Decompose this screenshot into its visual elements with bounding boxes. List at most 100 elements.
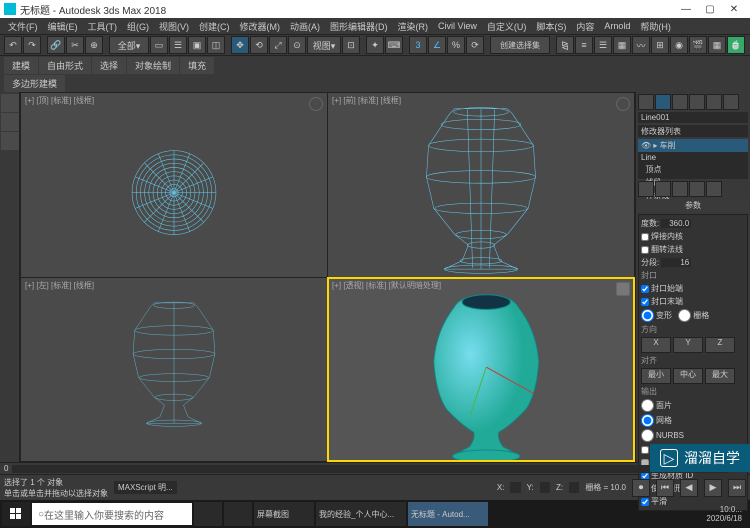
- select-name-button[interactable]: ☰: [169, 36, 187, 54]
- percent-snap-button[interactable]: %: [447, 36, 465, 54]
- ribbon-toggle[interactable]: ▦: [613, 36, 631, 54]
- viewport-persp-label[interactable]: [+] [透视] [标准] [默认明暗处理]: [332, 280, 441, 291]
- menu-civil-view[interactable]: Civil View: [434, 21, 481, 31]
- render-button[interactable]: 🍵: [727, 36, 745, 54]
- unlink-button[interactable]: ✂: [66, 36, 84, 54]
- viewport-perspective[interactable]: [+] [透视] [标准] [默认明暗处理]: [328, 278, 634, 462]
- viewport-left-label[interactable]: [+] [左] [标准] [线框]: [25, 280, 94, 291]
- schematic-button[interactable]: ⊞: [651, 36, 669, 54]
- degrees-input[interactable]: 360.0: [661, 219, 691, 228]
- flip-normals-checkbox[interactable]: [641, 246, 649, 254]
- close-button[interactable]: ✕: [722, 4, 746, 15]
- pivot-button[interactable]: ⊡: [342, 36, 360, 54]
- auto-key-button[interactable]: ⏺: [632, 479, 650, 497]
- display-tab[interactable]: [706, 94, 722, 110]
- pin-stack-button[interactable]: [638, 181, 654, 197]
- align-min-button[interactable]: 最小: [641, 368, 671, 384]
- stack-lathe[interactable]: 👁 ▸ 车削: [638, 139, 748, 152]
- gen-mapping-checkbox[interactable]: [641, 446, 649, 454]
- morph-radio[interactable]: [641, 309, 654, 322]
- start-button[interactable]: [2, 502, 30, 526]
- cap-start-checkbox[interactable]: [641, 285, 649, 293]
- menu-modifiers[interactable]: 修改器(M): [236, 20, 285, 33]
- menu-scripting[interactable]: 脚本(S): [532, 20, 570, 33]
- object-name-field[interactable]: Line001: [638, 112, 748, 123]
- spinner-snap-button[interactable]: ⟳: [466, 36, 484, 54]
- output-patch-radio[interactable]: [641, 399, 654, 412]
- ribbon-obj-paint[interactable]: 对象绘制: [127, 57, 179, 74]
- taskbar-browser[interactable]: 我的经验_个人中心...: [316, 502, 406, 526]
- render-setup-button[interactable]: 🎬: [689, 36, 707, 54]
- move-button[interactable]: ✥: [231, 36, 249, 54]
- menu-content[interactable]: 内容: [572, 20, 598, 33]
- play-button[interactable]: ▶: [704, 479, 722, 497]
- taskbar-screenshot[interactable]: 屏幕截图: [254, 502, 314, 526]
- maximize-button[interactable]: ▢: [698, 4, 722, 15]
- align-center-button[interactable]: 中心: [673, 368, 703, 384]
- output-mesh-radio[interactable]: [641, 414, 654, 427]
- placement-button[interactable]: ⊙: [288, 36, 306, 54]
- play-prev-button[interactable]: ◀: [680, 479, 698, 497]
- modifier-stack[interactable]: 👁 ▸ 车削 Line 顶点 线段 样条线: [638, 139, 748, 179]
- render-frame-button[interactable]: ▦: [708, 36, 726, 54]
- viewcube-icon[interactable]: [616, 282, 630, 296]
- bind-button[interactable]: ⊕: [85, 36, 103, 54]
- taskbar-explorer[interactable]: [224, 502, 252, 526]
- viewport-front-label[interactable]: [+] [前] [标准] [线框]: [332, 95, 401, 106]
- menu-animation[interactable]: 动画(A): [286, 20, 324, 33]
- viewport-left[interactable]: [+] [左] [标准] [线框]: [21, 278, 327, 462]
- time-slider[interactable]: [12, 465, 728, 473]
- motion-tab[interactable]: [689, 94, 705, 110]
- parameters-rollout[interactable]: 参数: [638, 199, 748, 212]
- segments-input[interactable]: 16: [661, 258, 691, 267]
- select-region[interactable]: ▣: [188, 36, 206, 54]
- ribbon-modeling[interactable]: 建模: [4, 57, 38, 74]
- undo-button[interactable]: ↶: [4, 36, 22, 54]
- play-start-button[interactable]: ⏮: [656, 479, 674, 497]
- ribbon-polymodel[interactable]: 多边形建模: [4, 75, 65, 92]
- create-tab[interactable]: [638, 94, 654, 110]
- redo-button[interactable]: ↷: [23, 36, 41, 54]
- rotate-button[interactable]: ⟲: [250, 36, 268, 54]
- ribbon-freeform[interactable]: 自由形式: [39, 57, 91, 74]
- window-crossing[interactable]: ◫: [207, 36, 225, 54]
- modify-tab[interactable]: [655, 94, 671, 110]
- stack-vertex[interactable]: 顶点: [638, 163, 748, 176]
- viewport-shade-icon[interactable]: [616, 97, 630, 111]
- dir-y-button[interactable]: Y: [673, 337, 703, 353]
- weld-core-checkbox[interactable]: [641, 233, 649, 241]
- keyboard-button[interactable]: ⌨: [385, 36, 403, 54]
- menu-rendering[interactable]: 渲染(R): [394, 20, 433, 33]
- grid-radio[interactable]: [678, 309, 691, 322]
- align-max-button[interactable]: 最大: [705, 368, 735, 384]
- menu-graph-editors[interactable]: 图形编辑器(D): [326, 20, 392, 33]
- dir-z-button[interactable]: Z: [705, 337, 735, 353]
- cap-end-checkbox[interactable]: [641, 298, 649, 306]
- named-sel[interactable]: 创建选择集: [490, 36, 550, 54]
- select-button[interactable]: ▭: [150, 36, 168, 54]
- remove-modifier-button[interactable]: [689, 181, 705, 197]
- output-nurbs-radio[interactable]: [641, 429, 654, 442]
- menu-tools[interactable]: 工具(T): [84, 20, 122, 33]
- smooth-checkbox[interactable]: [641, 498, 649, 506]
- material-editor-button[interactable]: ◉: [670, 36, 688, 54]
- coord-y[interactable]: [540, 482, 550, 493]
- manipulate-button[interactable]: ✦: [366, 36, 384, 54]
- left-tool-3[interactable]: [1, 132, 19, 150]
- modifier-list-dropdown[interactable]: 修改器列表: [638, 125, 748, 137]
- viewport-shade-icon[interactable]: [309, 97, 323, 111]
- ribbon-fill[interactable]: 填充: [180, 57, 214, 74]
- menu-customize[interactable]: 自定义(U): [483, 20, 531, 33]
- ref-coord[interactable]: 视图▾: [307, 36, 341, 54]
- left-tool-2[interactable]: [1, 113, 19, 131]
- utilities-tab[interactable]: [723, 94, 739, 110]
- viewport-front[interactable]: [+] [前] [标准] [线框]: [328, 93, 634, 277]
- layer-button[interactable]: ☰: [594, 36, 612, 54]
- timeline[interactable]: 0 100: [0, 462, 750, 474]
- viewport-top[interactable]: [+] [顶] [标准] [线框]: [21, 93, 327, 277]
- coord-x[interactable]: [510, 482, 520, 493]
- menu-help[interactable]: 帮助(H): [636, 20, 675, 33]
- configure-sets-button[interactable]: [706, 181, 722, 197]
- align-button[interactable]: ≡: [575, 36, 593, 54]
- menu-view[interactable]: 视图(V): [155, 20, 193, 33]
